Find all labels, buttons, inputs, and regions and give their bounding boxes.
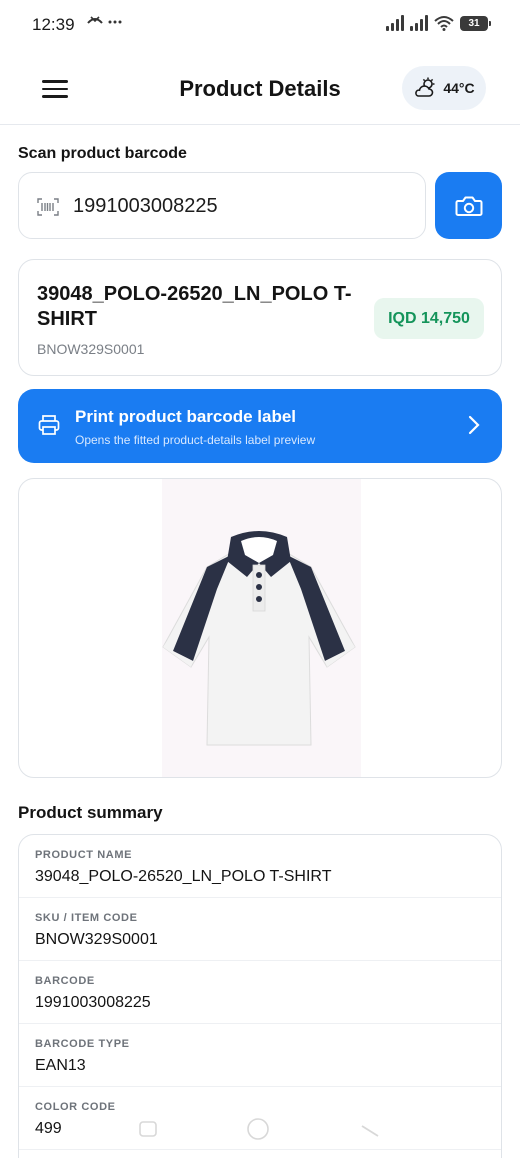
notification-icons <box>86 13 126 34</box>
price-badge: IQD 14,750 <box>374 298 484 339</box>
summary-row-product-name: PRODUCT NAME 39048_POLO-26520_LN_POLO T-… <box>19 835 501 898</box>
barcode-icon <box>37 198 59 216</box>
product-card: 39048_POLO-26520_LN_POLO T-SHIRT BNOW329… <box>18 259 502 376</box>
summary-row-barcode-type: BARCODE TYPE EAN13 <box>19 1024 501 1087</box>
recent-apps-icon[interactable] <box>139 1121 157 1137</box>
status-bar: 12:39 31 <box>0 0 520 52</box>
product-summary-card: PRODUCT NAME 39048_POLO-26520_LN_POLO T-… <box>18 834 502 1158</box>
summary-value: EAN13 <box>35 1057 86 1074</box>
summary-heading: Product summary <box>18 803 163 822</box>
barcode-input[interactable]: 1991003008225 <box>18 172 426 239</box>
wifi-icon <box>434 16 454 31</box>
summary-value: 39048_POLO-26520_LN_POLO T-SHIRT <box>35 868 332 885</box>
summary-key: PRODUCT NAME <box>35 849 133 861</box>
summary-value: 1991003008225 <box>35 994 151 1011</box>
signal-icon-2 <box>410 15 428 31</box>
summary-value: BNOW329S0001 <box>35 931 158 948</box>
battery-icon: 31 <box>460 15 491 31</box>
status-time: 12:39 <box>32 15 75 34</box>
scan-label: Scan product barcode <box>18 145 187 162</box>
partly-cloudy-icon <box>415 77 435 97</box>
status-indicators: 31 <box>386 15 491 31</box>
printer-icon <box>38 415 60 435</box>
summary-row-barcode: BARCODE 1991003008225 <box>19 961 501 1024</box>
summary-key: BARCODE TYPE <box>35 1038 130 1050</box>
print-button-subtitle: Opens the fitted product-details label p… <box>75 433 316 447</box>
signal-icon <box>386 15 404 31</box>
camera-scan-button[interactable] <box>435 172 502 239</box>
summary-key: SKU / ITEM CODE <box>35 912 138 924</box>
app-header: Product Details 44°C <box>0 52 520 125</box>
print-button-title: Print product barcode label <box>75 407 297 426</box>
summary-row-sku: SKU / ITEM CODE BNOW329S0001 <box>19 898 501 961</box>
summary-key: COLOR CODE <box>35 1101 116 1113</box>
product-name: 39048_POLO-26520_LN_POLO T-SHIRT <box>37 283 352 330</box>
system-navigation-bar <box>139 1118 379 1140</box>
barcode-value: 1991003008225 <box>73 195 218 217</box>
chevron-right-icon <box>468 415 480 435</box>
camera-icon <box>455 196 482 216</box>
home-icon[interactable] <box>247 1118 269 1140</box>
weather-temperature: 44°C <box>443 80 475 96</box>
product-image <box>162 531 356 746</box>
product-image-card <box>18 478 502 778</box>
missed-call-icon <box>87 16 122 24</box>
summary-key: BARCODE <box>35 975 95 987</box>
print-barcode-label-button[interactable]: Print product barcode label Opens the fi… <box>18 389 502 463</box>
product-sku: BNOW329S0001 <box>37 341 145 357</box>
back-icon[interactable] <box>361 1125 379 1137</box>
weather-chip[interactable]: 44°C <box>402 66 486 110</box>
